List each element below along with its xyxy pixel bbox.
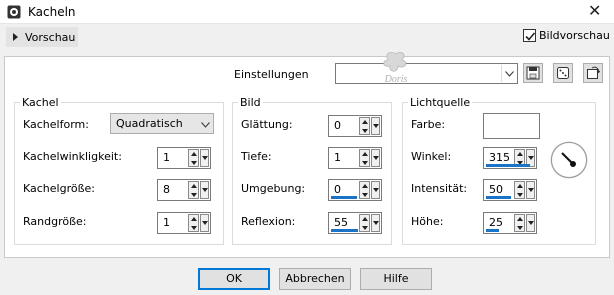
app-icon	[7, 5, 21, 19]
border-size-spinner[interactable]: 1	[157, 212, 211, 234]
tile-shape-value: Quadratisch	[116, 117, 183, 130]
tile-shape-label: Kachelform:	[23, 118, 89, 131]
light-angle-dial[interactable]	[551, 142, 587, 178]
height-spinner[interactable]: 25	[483, 212, 537, 234]
reflection-label: Reflexion:	[241, 215, 296, 228]
dropdown-arrow-icon[interactable]	[371, 181, 380, 199]
dropdown-arrow-icon[interactable]	[371, 214, 380, 232]
intensity-level-bar	[486, 196, 511, 199]
image-preview-label: Bildvorschau	[539, 29, 610, 42]
spin-arrows-icon[interactable]	[188, 149, 199, 167]
reset-button[interactable]	[583, 63, 603, 83]
svg-text:Doris: Doris	[384, 74, 408, 85]
cancel-button[interactable]: Abbrechen	[279, 268, 351, 290]
smoothing-label: Glättung:	[241, 118, 293, 131]
tile-size-label: Kachelgröße:	[23, 182, 95, 195]
ok-button[interactable]: OK	[198, 268, 270, 290]
reflection-value: 55	[334, 216, 348, 229]
light-angle-label: Winkel:	[411, 150, 452, 163]
spin-arrows-icon[interactable]	[514, 214, 525, 232]
tile-size-value: 8	[163, 183, 170, 196]
presets-dropdown[interactable]	[335, 63, 518, 84]
image-preview-checkbox[interactable]	[523, 29, 536, 42]
reflection-spinner[interactable]: 55	[328, 212, 382, 234]
intensity-spinner[interactable]: 50	[483, 179, 537, 201]
preview-toggle-button[interactable]: Vorschau	[6, 27, 78, 47]
intensity-label: Intensität:	[411, 182, 468, 195]
dropdown-arrow-icon[interactable]	[200, 214, 209, 232]
light-angle-spinner[interactable]: 315	[483, 147, 537, 169]
spin-arrows-icon[interactable]	[188, 214, 199, 232]
depth-value: 1	[334, 151, 341, 164]
light-angle-level-bar	[486, 164, 530, 167]
preview-toggle-label: Vorschau	[25, 31, 76, 44]
spin-arrows-icon[interactable]	[514, 181, 525, 199]
dropdown-arrow-icon[interactable]	[200, 149, 209, 167]
depth-label: Tiefe:	[241, 150, 272, 163]
chevron-down-icon	[501, 65, 516, 82]
light-angle-value: 315	[489, 151, 510, 164]
window-title: Kacheln	[28, 5, 76, 19]
dropdown-arrow-icon[interactable]	[200, 181, 209, 199]
ambient-level-bar	[331, 196, 357, 199]
save-icon	[526, 66, 540, 80]
angle-dial-icon	[561, 152, 576, 167]
chevron-down-icon	[201, 122, 210, 128]
dropdown-arrow-icon[interactable]	[371, 117, 380, 135]
light-color-swatch[interactable]	[483, 113, 540, 139]
presets-label: Einstellungen	[234, 68, 309, 81]
light-group-title: Lichtquelle	[408, 96, 473, 109]
smoothing-spinner[interactable]: 0	[328, 115, 382, 137]
triangle-right-icon	[13, 33, 18, 41]
dice-icon	[557, 67, 569, 79]
reflection-level-bar	[331, 229, 358, 232]
tile-group-title: Kachel	[20, 96, 61, 109]
border-size-value: 1	[163, 216, 170, 229]
tile-size-spinner[interactable]: 8	[157, 179, 211, 201]
dropdown-arrow-icon[interactable]	[526, 214, 535, 232]
help-button[interactable]: Hilfe	[360, 268, 432, 290]
smoothing-value: 0	[334, 119, 341, 132]
spin-arrows-icon[interactable]	[359, 181, 370, 199]
tile-shape-select[interactable]: Quadratisch	[110, 113, 214, 134]
tile-angle-label: Kachelwinkligkeit:	[23, 150, 122, 163]
reset-icon	[587, 66, 600, 79]
ambient-label: Umgebung:	[241, 182, 306, 195]
depth-spinner[interactable]: 1	[328, 147, 382, 169]
dropdown-arrow-icon[interactable]	[526, 181, 535, 199]
ambient-value: 0	[334, 183, 341, 196]
check-icon	[525, 32, 536, 41]
light-color-label: Farbe:	[411, 118, 446, 131]
spin-arrows-icon[interactable]	[188, 181, 199, 199]
dropdown-arrow-icon[interactable]	[371, 149, 380, 167]
ambient-spinner[interactable]: 0	[328, 179, 382, 201]
randomize-button[interactable]	[553, 63, 573, 83]
height-value: 25	[489, 216, 503, 229]
border-size-label: Randgröße:	[23, 215, 87, 228]
image-group-title: Bild	[238, 96, 263, 109]
save-preset-button[interactable]	[523, 63, 543, 83]
tile-angle-spinner[interactable]: 1	[157, 147, 211, 169]
intensity-value: 50	[489, 183, 503, 196]
spin-arrows-icon[interactable]	[359, 117, 370, 135]
title-bar	[0, 0, 614, 24]
spin-arrows-icon[interactable]	[359, 214, 370, 232]
watermark-logo: Doris	[383, 52, 408, 85]
spin-arrows-icon[interactable]	[359, 149, 370, 167]
height-level-bar	[486, 229, 499, 232]
height-label: Höhe:	[411, 215, 444, 228]
tile-angle-value: 1	[163, 151, 170, 164]
close-icon[interactable]: ✕	[588, 1, 601, 20]
